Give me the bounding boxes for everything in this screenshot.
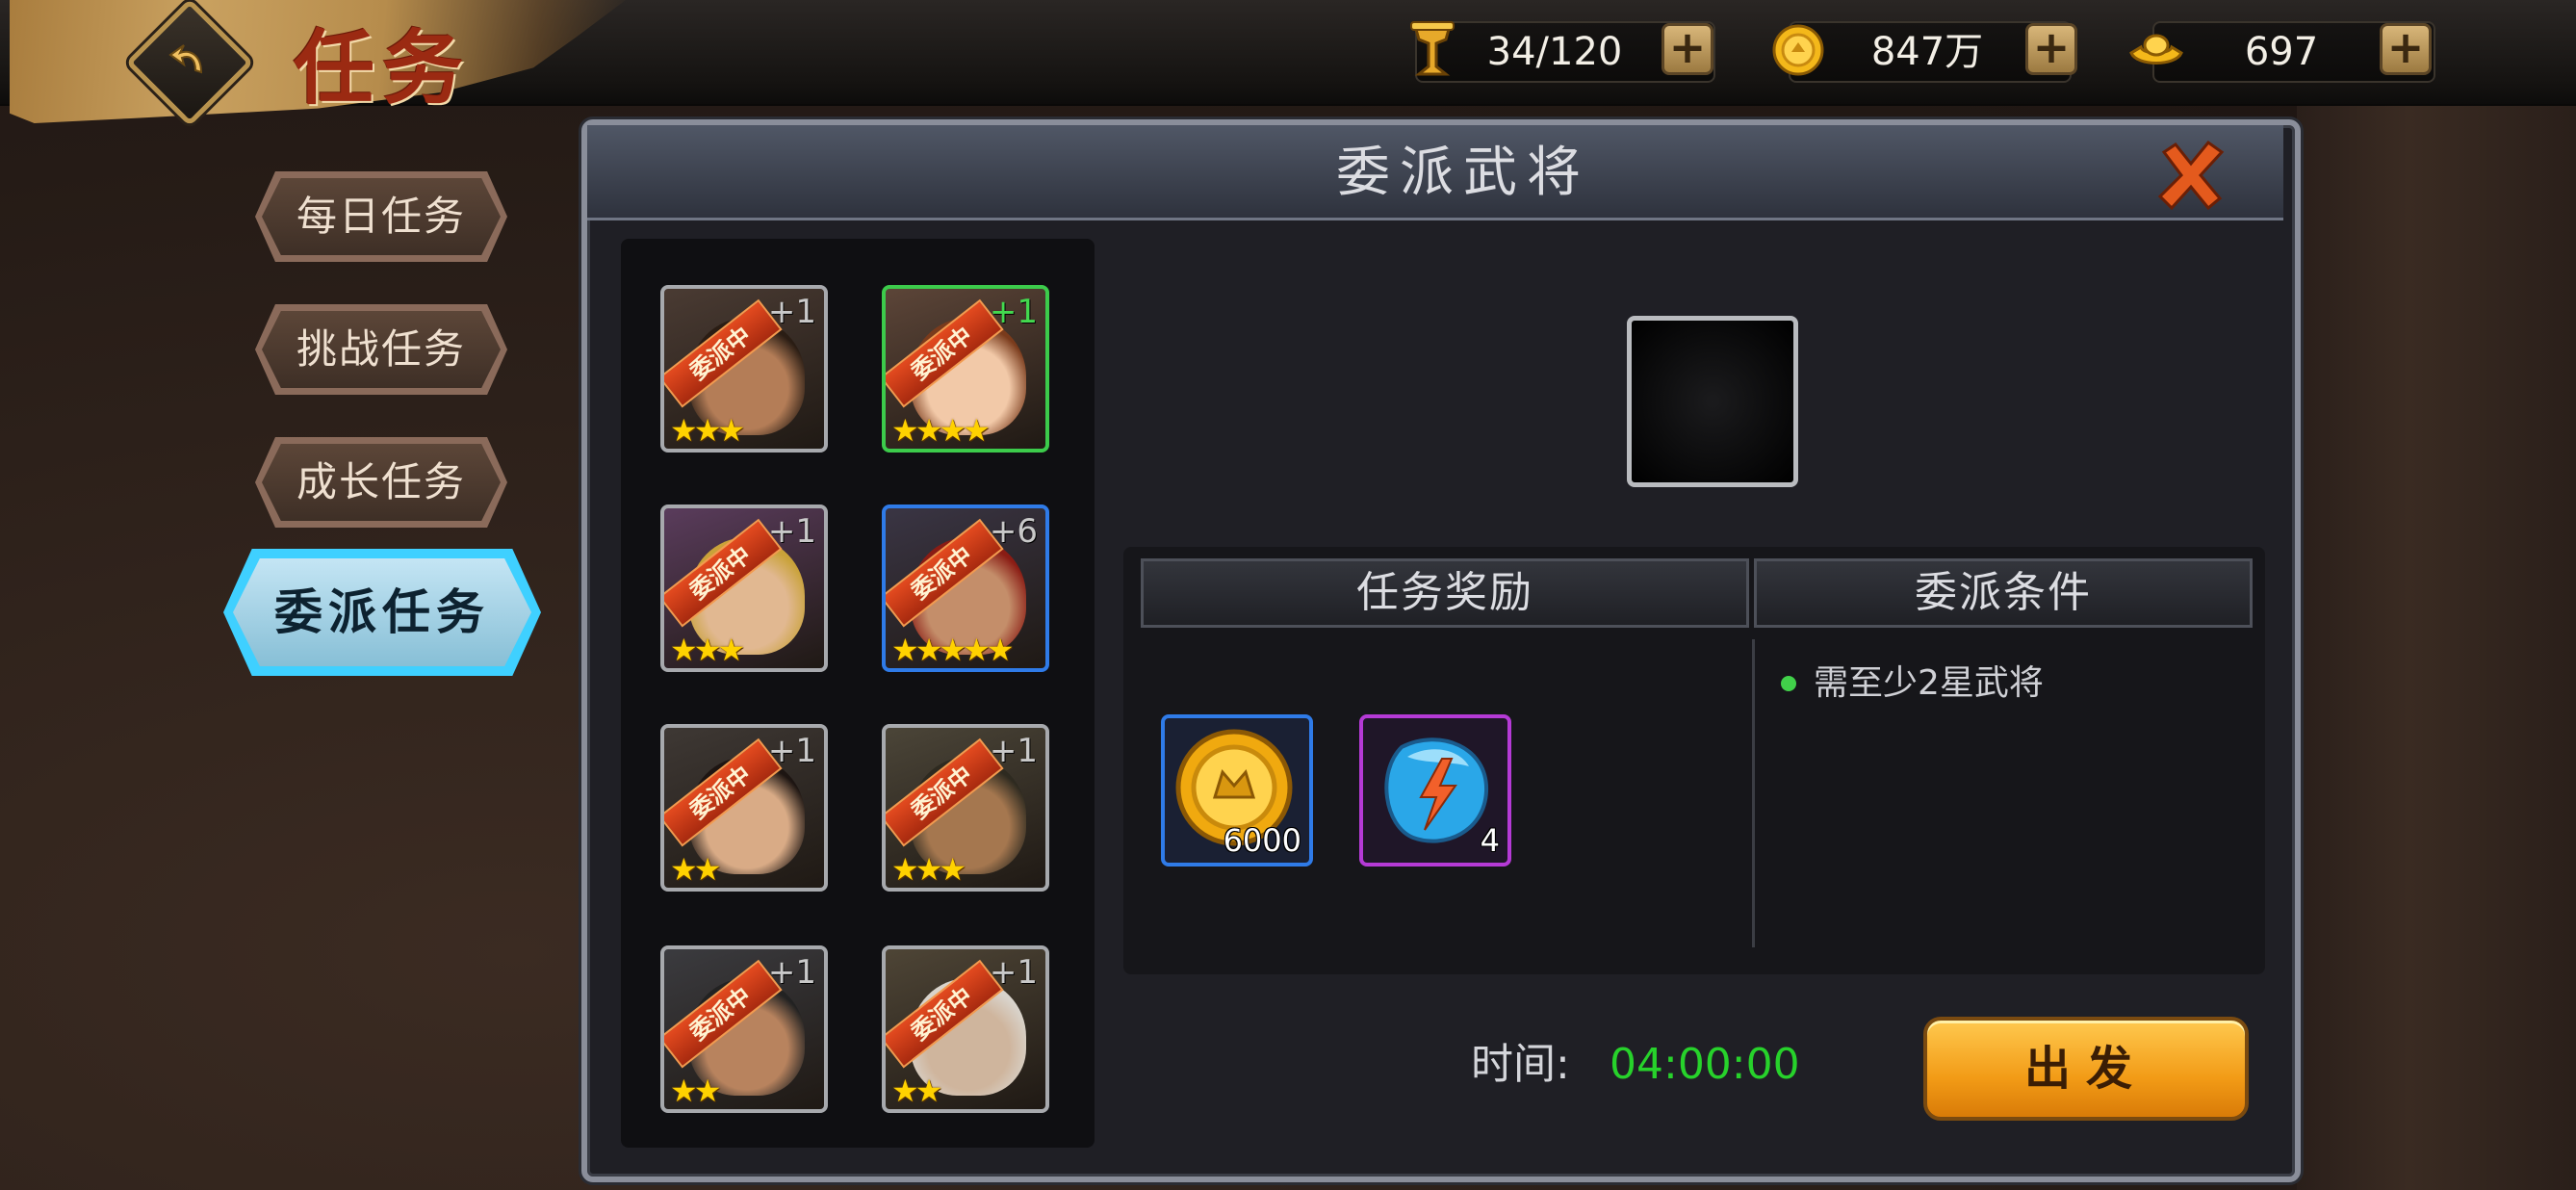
condition-text: 需至少2星武将 [1814,663,2044,703]
star-icon: ★ [693,851,722,888]
back-arrow-icon[interactable] [144,17,235,108]
time-value: 04:00:00 [1610,1040,1800,1089]
hero-level-bonus: +1 [989,732,1038,770]
reward-energy-gem[interactable]: 4 [1359,714,1511,867]
star-icon: ★ [939,632,966,668]
hero-slot[interactable] [1627,316,1798,487]
stamina-icon [1402,19,1463,81]
add-stamina-button[interactable]: + [1662,23,1713,75]
star-icon: ★ [891,632,919,668]
star-icon: ★ [717,412,745,449]
star-icon: ★ [670,1073,698,1109]
star-icon: ★ [891,412,919,449]
hero-stars: ★★★★ [891,412,991,449]
time-label: 时间: [1471,1040,1570,1089]
panel-divider [1752,639,1755,947]
depart-button[interactable]: 出发 [1923,1017,2249,1121]
hero-stars: ★★★★★ [891,632,1014,668]
star-icon: ★ [693,1073,722,1109]
hero-card[interactable]: 委派中 +1 ★★★ [882,724,1049,892]
condition-bullet-icon [1781,676,1796,691]
hero-card[interactable]: 委派中 +1 ★★ [660,945,828,1113]
hero-stars: ★★★ [670,412,745,449]
tab-dispatch[interactable]: 委派任务 [233,558,531,666]
star-icon: ★ [670,851,698,888]
star-icon: ★ [670,412,698,449]
hero-level-bonus: +1 [767,293,816,331]
coins-value: 847万 [1870,30,1984,74]
star-icon: ★ [914,632,943,668]
tab-growth[interactable]: 成长任务 [262,444,501,521]
close-icon[interactable] [2152,137,2229,214]
hero-level-bonus: +1 [767,512,816,551]
add-ingots-button[interactable]: + [2380,23,2432,75]
star-icon: ★ [939,412,966,449]
hero-stars: ★★★ [891,851,966,888]
hero-level-bonus: +1 [767,732,816,770]
background-right-strip [2297,104,2576,1190]
hero-card[interactable]: 委派中 +1 ★★ [882,945,1049,1113]
star-icon: ★ [670,632,698,668]
hero-card[interactable]: 委派中 +1 ★★★ [660,504,828,672]
page-title: 任务 [294,20,472,116]
condition-header: 委派条件 [1754,558,2253,628]
star-icon: ★ [963,632,991,668]
add-coins-button[interactable]: + [2025,23,2077,75]
coin-icon [1767,19,1829,81]
hero-card[interactable]: 委派中 +1 ★★★ [660,285,828,453]
hero-stars: ★★ [891,1073,942,1109]
star-icon: ★ [891,851,919,888]
hero-level-bonus: +6 [989,512,1038,551]
star-icon: ★ [986,632,1015,668]
stamina-value: 34/120 [1486,30,1623,74]
star-icon: ★ [914,412,943,449]
hero-stars: ★★ [670,851,721,888]
star-icon: ★ [939,851,966,888]
hero-card[interactable]: 委派中 +1 ★★ [660,724,828,892]
star-icon: ★ [693,412,722,449]
dialog-title: 委派武将 [1336,142,1590,204]
star-icon: ★ [693,632,722,668]
hero-card[interactable]: 委派中 +1 ★★★★ [882,285,1049,453]
reward-header: 任务奖励 [1141,558,1749,628]
star-icon: ★ [891,1073,919,1109]
reward-coin[interactable]: 6000 [1161,714,1313,867]
hero-level-bonus: +1 [767,953,816,992]
star-icon: ★ [717,632,745,668]
ingots-value: 697 [2244,30,2319,74]
tab-daily[interactable]: 每日任务 [262,178,501,255]
hero-stars: ★★ [670,1073,721,1109]
reward-gem-count: 4 [1480,822,1500,859]
reward-coin-count: 6000 [1223,822,1301,859]
hero-level-bonus: +1 [989,293,1038,331]
gold-ingot-icon [2125,19,2187,81]
hero-card[interactable]: 委派中 +6 ★★★★★ [882,504,1049,672]
star-icon: ★ [914,1073,943,1109]
hero-level-bonus: +1 [989,953,1038,992]
star-icon: ★ [963,412,991,449]
tab-challenge[interactable]: 挑战任务 [262,311,501,388]
star-icon: ★ [914,851,943,888]
hero-stars: ★★★ [670,632,745,668]
